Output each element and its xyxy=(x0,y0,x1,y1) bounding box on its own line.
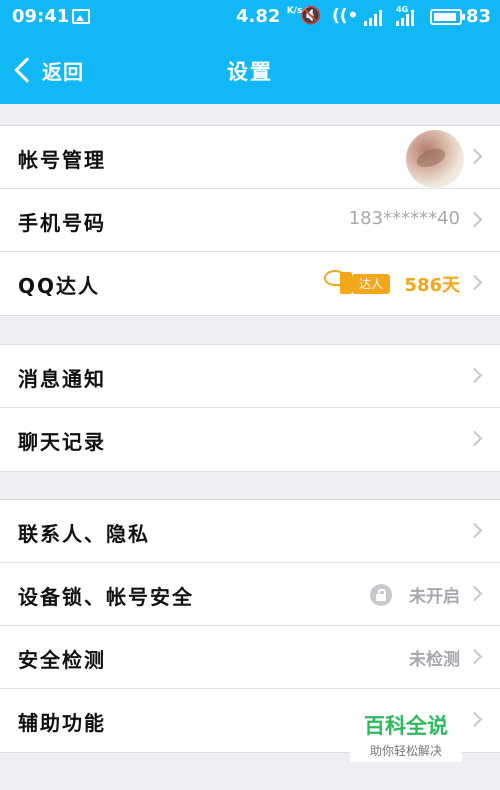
battery-level: 83 xyxy=(466,6,492,27)
chevron-right-icon xyxy=(466,430,483,447)
row-label: QQ达人 xyxy=(18,274,101,298)
row-label: 手机号码 xyxy=(18,211,106,235)
signal-4g-icon xyxy=(396,10,414,26)
chevron-right-icon xyxy=(466,274,483,291)
row-account-management[interactable]: 帐号管理 xyxy=(0,126,500,189)
page-title: 设置 xyxy=(227,60,273,84)
chevron-right-icon xyxy=(466,211,483,228)
row-chat-history[interactable]: 聊天记录 xyxy=(0,408,500,471)
row-label: 联系人、隐私 xyxy=(18,522,150,546)
settings-group-account: 帐号管理 手机号码 183******40 QQ达人 达人 586天 xyxy=(0,125,500,316)
network-speed: 4.82 K/s xyxy=(236,6,303,27)
chevron-right-icon xyxy=(466,522,483,539)
signal-icon xyxy=(364,10,382,26)
row-label: 辅助功能 xyxy=(18,711,106,735)
battery-icon xyxy=(430,9,465,25)
phone-icon xyxy=(340,272,352,294)
phone-number-value: 183******40 xyxy=(348,208,460,229)
row-label: 安全检测 xyxy=(18,648,106,672)
row-qq-daren[interactable]: QQ达人 达人 586天 xyxy=(0,252,500,315)
row-label: 帐号管理 xyxy=(18,148,106,172)
daren-days-value: 586天 xyxy=(404,275,460,296)
daren-badge-icon: 达人 xyxy=(324,268,392,298)
security-check-status: 未检测 xyxy=(409,650,460,670)
row-notifications[interactable]: 消息通知 xyxy=(0,345,500,408)
row-contacts-privacy[interactable]: 联系人、隐私 xyxy=(0,500,500,563)
image-notification-icon xyxy=(72,9,90,24)
row-label: 消息通知 xyxy=(18,367,106,391)
watermark: 百科全说 助你轻松解决 xyxy=(350,704,462,762)
device-lock-status: 未开启 xyxy=(409,587,460,607)
row-label: 设备锁、帐号安全 xyxy=(18,585,194,609)
chevron-right-icon xyxy=(466,711,483,728)
watermark-subtitle: 助你轻松解决 xyxy=(369,744,442,758)
wifi-icon: ((• xyxy=(332,6,359,26)
row-label: 聊天记录 xyxy=(18,430,106,454)
row-device-lock[interactable]: 设备锁、帐号安全 未开启 xyxy=(0,563,500,626)
mute-icon: 🔇 xyxy=(300,6,322,26)
app-header: 09:41 4.82 K/s 🔇 ((• 4G 83 返回 设置 xyxy=(0,0,500,104)
row-security-check[interactable]: 安全检测 未检测 xyxy=(0,626,500,689)
avatar xyxy=(406,130,464,188)
settings-group-messages: 消息通知 聊天记录 xyxy=(0,344,500,472)
row-phone-number[interactable]: 手机号码 183******40 xyxy=(0,189,500,252)
status-time: 09:41 xyxy=(12,6,70,27)
chevron-right-icon xyxy=(466,648,483,665)
status-bar: 09:41 4.82 K/s 🔇 ((• 4G 83 xyxy=(0,0,500,34)
chevron-right-icon xyxy=(466,148,483,165)
chevron-right-icon xyxy=(466,367,483,384)
watermark-title: 百科全说 xyxy=(364,714,448,738)
chevron-right-icon xyxy=(466,585,483,602)
daren-badge-label: 达人 xyxy=(352,274,390,294)
lock-icon xyxy=(370,584,392,606)
